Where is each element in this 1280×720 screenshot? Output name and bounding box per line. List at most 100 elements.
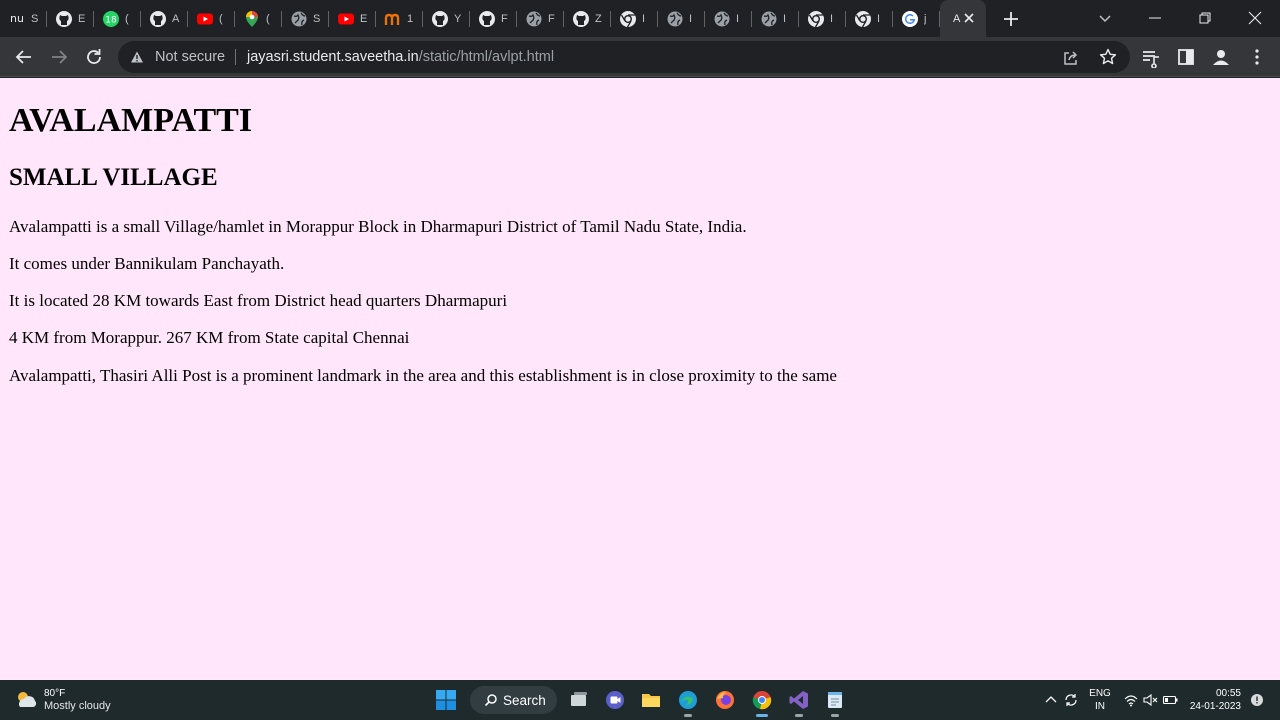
tab[interactable]: E [47,6,94,31]
chrome-icon [619,10,637,28]
tab[interactable]: I [752,6,799,31]
tab-label: I [877,12,881,25]
chrome-icon [752,691,772,710]
notepad-button[interactable] [823,688,847,717]
task-view-button[interactable] [567,688,591,712]
globe-icon [525,10,543,28]
reload-icon[interactable] [83,46,105,68]
tab[interactable]: A [141,6,188,31]
file-explorer-button[interactable] [639,688,663,712]
youtube-icon [337,10,355,28]
tab-label: A [172,12,180,25]
tab-label: ( [266,12,270,25]
chrome-button[interactable] [750,688,774,717]
tab[interactable]: F [517,6,564,31]
chevron-down-icon[interactable] [1097,10,1113,26]
tab-label: I [689,12,693,25]
tab[interactable]: I [799,6,846,31]
tab[interactable]: 1 [376,6,423,31]
tab-label: I [783,12,787,25]
tab[interactable]: E [329,6,376,31]
close-tab-icon[interactable] [962,11,976,25]
tab-label: S [31,12,39,25]
app-icon [384,10,402,28]
notepad-icon [828,692,842,708]
tab-label: F [548,12,555,25]
teams-icon [606,691,624,709]
tab-label: I [736,12,740,25]
tab[interactable]: j [893,6,940,31]
reading-list-icon[interactable] [1140,46,1162,68]
visual-studio-icon [789,691,808,709]
forward-icon[interactable] [48,46,70,68]
google-icon [901,10,919,28]
menu-icon[interactable] [1246,46,1268,68]
new-tab-icon[interactable] [1000,8,1022,30]
url-path: /static/html/avlpt.html [418,49,555,65]
back-icon[interactable] [13,46,35,68]
profile-icon[interactable] [1210,46,1232,68]
windows-start-icon[interactable] [435,689,457,711]
github-icon [572,10,590,28]
tab-label: S [313,12,321,25]
globe-icon [713,10,731,28]
tab-label: Y [454,12,462,25]
paragraph: Avalampatti is a small Village/hamlet in… [9,217,747,236]
wifi-icon[interactable] [1123,692,1139,708]
web-page: AVALAMPATTI SMALL VILLAGE Avalampatti is… [0,78,1280,680]
github-icon [55,10,73,28]
edge-button[interactable] [676,688,700,717]
sync-icon[interactable] [1063,692,1079,708]
teams-button[interactable] [603,688,627,712]
search-icon [484,694,497,707]
tab[interactable]: S [282,6,329,31]
tab[interactable]: F [470,6,517,31]
tab-label: E [360,12,368,25]
url-text[interactable]: jayasri.student.saveetha.in/static/html/… [247,49,554,65]
tab[interactable]: I [846,6,893,31]
restore-icon[interactable] [1195,8,1215,28]
firefox-button[interactable] [713,688,737,712]
language-indicator[interactable]: ENG IN [1089,687,1111,713]
tab[interactable]: I [705,6,752,31]
tab-label: I [830,12,834,25]
clock-date: 24-01-2023 [1189,701,1241,712]
tab[interactable]: I [611,6,658,31]
active-indicator [756,714,768,717]
tab[interactable]: nu S [0,6,47,31]
globe-icon [760,10,778,28]
tab-label: j [924,12,927,25]
close-window-icon[interactable] [1245,8,1265,28]
bookmark-star-icon[interactable] [1099,48,1117,66]
security-label[interactable]: Not secure [155,49,225,65]
visual-studio-button[interactable] [787,688,811,717]
tab[interactable]: 18 ( [94,6,141,31]
speaker-muted-icon[interactable] [1142,692,1158,708]
side-panel-icon[interactable] [1175,46,1197,68]
tab[interactable]: Z [564,6,611,31]
tab[interactable]: ( [235,6,282,31]
taskbar-search-button[interactable]: Search [470,686,557,714]
browser-toolbar: Not secure jayasri.student.saveetha.in/s… [0,37,1280,77]
warning-icon[interactable] [130,50,144,64]
tab[interactable]: ( [188,6,235,31]
clock-time: 00:55 [1215,688,1241,699]
address-bar[interactable]: Not secure jayasri.student.saveetha.in/s… [118,41,1130,73]
github-icon [149,10,167,28]
battery-icon[interactable] [1162,692,1178,708]
tab-label: Z [595,12,602,25]
tab[interactable]: I [658,6,705,31]
taskbar: 80°F Mostly cloudy Search ENG IN 00:55 2… [0,680,1280,720]
system-clock[interactable]: 00:55 24-01-2023 [1186,687,1241,713]
running-indicator [831,714,839,717]
tab-strip: nu S E 18(A((S E 1 Y F F Z I I I I I Ij A [0,0,1280,37]
share-icon[interactable] [1062,49,1080,67]
minimize-icon[interactable] [1145,8,1165,28]
page-subtitle: SMALL VILLAGE [9,164,218,191]
tab[interactable]: Y [423,6,470,31]
search-label: Search [503,692,546,708]
weather-widget[interactable]: 80°F Mostly cloudy [14,687,111,713]
chevron-up-icon[interactable] [1043,692,1059,708]
weather-description: Mostly cloudy [44,700,111,712]
notifications-icon[interactable] [1249,692,1265,708]
